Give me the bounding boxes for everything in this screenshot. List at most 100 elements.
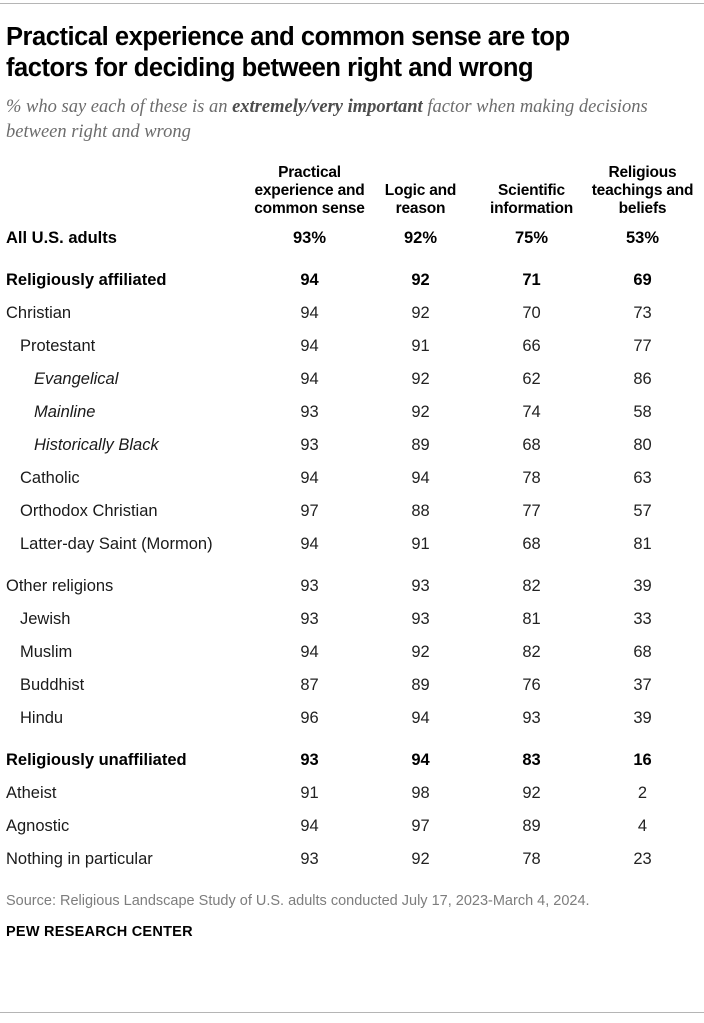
cell-value: 4 [637,816,648,835]
table-row: Historically Black 93 89 68 80 [6,428,698,461]
cell-value: 88 [411,501,430,520]
cell-value: 77 [633,336,652,355]
cell-value: 69 [633,270,652,289]
top-divider [0,3,704,4]
cell-value: 94 [411,750,430,769]
row-label: Jewish [20,609,71,628]
cell-value: 91 [411,336,430,355]
table-row: Nothing in particular 93 92 78 23 [6,842,698,875]
table-row: Orthodox Christian 97 88 77 57 [6,494,698,527]
cell-value: 93 [300,576,319,595]
source-note: Source: Religious Landscape Study of U.S… [6,893,590,910]
table-header-row: Practical experience and common sense Lo… [6,164,698,221]
cell-value: 83 [522,750,541,769]
cell-value: 92 [411,369,430,388]
cell-value: 86 [633,369,652,388]
row-label: Religiously unaffiliated [6,750,187,769]
cell-value: 91 [411,534,430,553]
row-label: Muslim [20,642,73,661]
table-row: Muslim 94 92 82 68 [6,635,698,668]
cell-value: 78 [522,849,541,868]
cell-value: 92 [411,849,430,868]
cell-value: 2 [637,783,648,802]
cell-value: 82 [522,642,541,661]
row-label: Latter-day Saint (Mormon) [20,534,213,553]
cell-value: 75% [514,228,549,247]
table-row: Agnostic 94 97 89 4 [6,809,698,842]
chart-subtitle: % who say each of these is an extremely/… [6,84,690,144]
cell-value: 97 [300,501,319,520]
table-row: Atheist 91 98 92 2 [6,776,698,809]
cell-value: 94 [300,642,319,661]
cell-value: 93% [292,228,327,247]
cell-value: 94 [300,816,319,835]
cell-value: 39 [633,576,652,595]
row-label: Hindu [20,708,64,727]
cell-value: 94 [300,369,319,388]
row-label: Historically Black [34,435,159,454]
table-row: All U.S. adults 93% 92% 75% 53% [6,221,698,254]
cell-value: 96 [300,708,319,727]
cell-value: 93 [522,708,541,727]
cell-value: 93 [300,750,319,769]
cell-value: 63 [633,468,652,487]
table-row: Religiously unaffiliated 93 94 83 16 [6,734,698,776]
column-header-religious-teachings: Religious teachings and beliefs [591,164,694,218]
cell-value: 68 [522,534,541,553]
table-row: Latter-day Saint (Mormon) 94 91 68 81 [6,527,698,560]
cell-value: 70 [522,303,541,322]
bottom-divider [0,1012,704,1013]
brand-label: PEW RESEARCH CENTER [6,924,193,941]
row-label: Buddhist [20,675,85,694]
data-table: Practical experience and common sense Lo… [6,164,698,875]
chart-title: Practical experience and common sense ar… [6,23,570,83]
cell-value: 57 [633,501,652,520]
cell-value: 73 [633,303,652,322]
cell-value: 23 [633,849,652,868]
cell-value: 58 [633,402,652,421]
cell-value: 89 [411,675,430,694]
table-row: Religiously affiliated 94 92 71 69 [6,254,698,296]
cell-value: 66 [522,336,541,355]
cell-value: 33 [633,609,652,628]
cell-value: 16 [633,750,652,769]
table-row: Buddhist 87 89 76 37 [6,668,698,701]
cell-value: 89 [522,816,541,835]
table-row: Evangelical 94 92 62 86 [6,362,698,395]
row-label: Orthodox Christian [20,501,158,520]
table-row: Catholic 94 94 78 63 [6,461,698,494]
row-label: Nothing in particular [6,849,153,868]
cell-value: 89 [411,435,430,454]
row-label: Christian [6,303,72,322]
table-header: Practical experience and common sense Lo… [6,164,698,221]
cell-value: 81 [633,534,652,553]
cell-value: 68 [633,642,652,661]
row-label: Protestant [20,336,96,355]
cell-value: 91 [300,783,319,802]
cell-value: 94 [411,708,430,727]
column-header-practical-experience: Practical experience and common sense [254,164,365,218]
table-body: All U.S. adults 93% 92% 75% 53% Religiously a… [6,221,698,875]
cell-value: 92 [411,642,430,661]
cell-value: 92% [403,228,438,247]
cell-value: 39 [633,708,652,727]
cell-value: 92 [522,783,541,802]
cell-value: 94 [300,468,319,487]
cell-value: 93 [300,402,319,421]
cell-value: 92 [411,402,430,421]
column-header-logic-and-reason: Logic and reason [384,182,457,218]
table-row: Jewish 93 93 81 33 [6,602,698,635]
cell-value: 94 [300,534,319,553]
table-row: Other religions 93 93 82 39 [6,560,698,602]
cell-value: 97 [411,816,430,835]
row-label: Other religions [6,576,114,595]
row-label: Evangelical [34,369,119,388]
row-label: Mainline [34,402,96,421]
cell-value: 98 [411,783,430,802]
cell-value: 93 [300,849,319,868]
cell-value: 68 [522,435,541,454]
cell-value: 92 [411,303,430,322]
cell-value: 76 [522,675,541,694]
cell-value: 74 [522,402,541,421]
cell-value: 37 [633,675,652,694]
